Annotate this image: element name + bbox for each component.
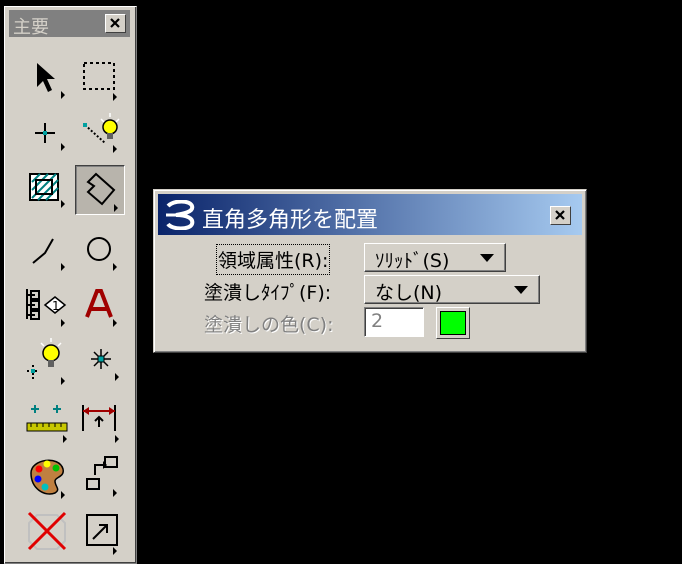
fill-color-field[interactable]: 2 (364, 307, 424, 337)
line-icon (32, 238, 65, 271)
measure-ruler-icon (26, 405, 68, 443)
arrow-pointer-icon (37, 63, 65, 99)
hatched-square-icon (29, 173, 65, 208)
app-logo-icon (166, 200, 195, 230)
sparkle-point-icon (91, 349, 119, 381)
fence-tool[interactable] (75, 53, 125, 103)
main-tool-palette: 主要 1 (4, 6, 137, 564)
copy-arrow-icon (86, 456, 118, 497)
dialog-title-bar[interactable]: 直角多角形を配置 (158, 194, 582, 235)
dashed-rectangle-icon (83, 62, 117, 101)
place-light-tool[interactable] (23, 335, 73, 385)
cell-tool[interactable]: 1 (23, 279, 73, 329)
close-icon (555, 210, 565, 220)
lightbulb-icon (83, 113, 120, 153)
snap-point-tool[interactable] (25, 107, 75, 157)
palette-title: 主要 (13, 17, 49, 38)
circle-tool[interactable] (75, 225, 125, 275)
area-attribute-dropdown[interactable]: ｿﾘｯﾄﾞ(S) (364, 243, 506, 272)
fill-type-label: 塗潰しﾀｲﾌﾟ(F): (204, 282, 332, 304)
fill-color-value: 2 (371, 310, 384, 332)
fill-color-swatch (440, 311, 466, 335)
place-polygon-tool[interactable] (75, 165, 125, 215)
circle-icon (87, 237, 117, 271)
chevron-down-icon (514, 286, 528, 294)
element-selection-tool[interactable] (25, 53, 75, 103)
fill-type-dropdown[interactable]: なし(N) (364, 275, 540, 304)
crosshair-point-icon (35, 123, 65, 151)
measure-tool[interactable] (23, 397, 73, 447)
dimension-icon (82, 405, 119, 443)
place-orthogonal-polygon-dialog: 直角多角形を配置 領域属性(R): ｿﾘｯﾄﾞ(S) 塗潰しﾀｲﾌﾟ(F): な… (153, 189, 587, 353)
dialog-title: 直角多角形を配置 (202, 208, 379, 233)
close-icon (110, 18, 120, 28)
fill-color-label: 塗潰しの色(C): (204, 314, 334, 336)
material-tool[interactable] (25, 451, 75, 501)
point-tool[interactable] (75, 335, 125, 385)
lightbulb-point-icon (27, 338, 65, 385)
chevron-down-icon (480, 254, 494, 262)
svg-text:1: 1 (52, 299, 60, 313)
copy-move-tool[interactable] (75, 451, 125, 501)
text-tool[interactable] (75, 279, 125, 329)
dialog-close-button[interactable] (550, 206, 571, 225)
palette-icon (30, 459, 65, 499)
delete-x-icon (27, 511, 67, 551)
area-attribute-label: 領域属性(R): (215, 244, 331, 275)
line-tool[interactable] (25, 225, 75, 275)
palette-close-button[interactable] (105, 14, 126, 33)
fill-color-swatch-button[interactable] (436, 307, 470, 339)
dimension-tool[interactable] (77, 397, 127, 447)
delete-tool[interactable] (25, 505, 75, 555)
palette-title-bar[interactable]: 主要 (9, 10, 130, 38)
scale-tool[interactable] (75, 505, 125, 555)
polygon-icon (86, 172, 118, 212)
light-source-tool[interactable] (75, 107, 125, 157)
scale-icon (86, 514, 118, 555)
area-attribute-value: ｿﾘｯﾄﾞ(S) (375, 250, 450, 272)
text-a-icon (85, 289, 117, 327)
hatch-tool[interactable] (25, 162, 75, 212)
fill-type-value: なし(N) (375, 282, 443, 304)
cell-library-icon: 1 (26, 289, 67, 327)
